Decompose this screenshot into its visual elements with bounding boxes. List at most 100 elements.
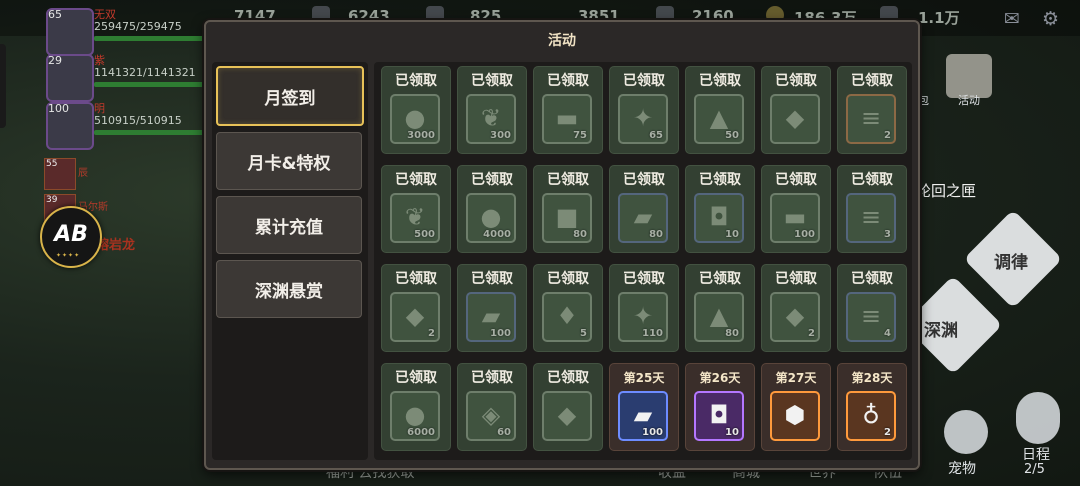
item-glyph: ■ [555,203,579,231]
reward-cell-claimed[interactable]: 已领取 ❦ 300 [457,66,527,154]
reward-cell-claimed[interactable]: 已领取 ♦ 5 [533,264,603,352]
tab-monthly-checkin[interactable]: 月签到 [216,66,364,126]
claimed-label: 已领取 [395,172,437,188]
crystal-cluster-icon: ✦ 110 [618,292,668,342]
item-quantity: 100 [794,229,815,240]
item-quantity: 60 [497,427,511,438]
mystery-crystal-icon: ◆ 2 [770,292,820,342]
iron-ingot-icon: ▰ 80 [618,193,668,243]
resource-value: 1.1万 [918,9,960,27]
claimed-label: 已领取 [851,172,893,188]
reward-cell-claimed[interactable]: 已领取 ◆ 2 [761,264,831,352]
claimed-label: 已领取 [547,73,589,89]
claimed-label: 已领取 [775,172,817,188]
reward-cell-claimed[interactable]: 已领取 ◆ [533,363,603,451]
reward-cell-claimed[interactable]: 已领取 ▲ 80 [685,264,755,352]
day-label: 第28天 [851,371,893,385]
tab-abyss-bounty[interactable]: 深渊悬赏 [216,260,362,318]
hero-card[interactable]: 100 明 510915/510915 [42,100,222,150]
item-glyph: ◆ [557,401,577,429]
item-glyph: ≡ [860,302,882,330]
item-glyph: ◈ [481,401,501,429]
claimed-label: 已领取 [699,73,741,89]
settings-gear-icon[interactable]: ⚙ [1042,8,1059,30]
reward-cell-claimed[interactable]: 已领取 ● 6000 [381,363,451,451]
reward-cell-upcoming[interactable]: 第28天 ♁ 2 [837,363,907,451]
hero-hp-bar [94,82,212,87]
item-quantity: 2 [428,328,435,339]
reward-cell-claimed[interactable]: 已领取 ▲ 50 [685,66,755,154]
tab-monthly-card[interactable]: 月卡&特权 [216,132,362,190]
side-drawer-tab[interactable] [0,44,6,128]
item-quantity: 110 [642,328,663,339]
hero-card[interactable]: 29 紫 1141321/1141321 [42,52,222,102]
item-glyph: ◆ [785,302,805,330]
item-glyph: ✦ [632,104,654,132]
item-glyph: ▰ [633,401,653,429]
reward-cell-claimed[interactable]: 已领取 ◘ 10 [685,165,755,253]
reward-cell-claimed[interactable]: 已领取 ◆ [761,66,831,154]
reward-cell-claimed[interactable]: 已领取 ● 3000 [381,66,451,154]
claimed-label: 已领取 [547,271,589,287]
schedule-label: 日程 [1022,447,1050,463]
item-quantity: 3000 [407,130,435,141]
reward-cell-upcoming[interactable]: 第27天 ⬢ [761,363,831,451]
tab-cumulative-recharge[interactable]: 累计充值 [216,196,362,254]
reward-cell-upcoming[interactable]: 第26天 ◘ 10 [685,363,755,451]
reward-cell-claimed[interactable]: 已领取 ❦ 500 [381,165,451,253]
stone-icon: ■ 80 [542,193,592,243]
reward-cell-claimed[interactable]: 已领取 ■ 80 [533,165,603,253]
claimed-label: 已领取 [623,271,665,287]
reincarnation-label[interactable]: 轮回之匣 [916,180,976,201]
day-label: 第26天 [699,371,741,385]
gold-coin-icon: ● 4000 [466,193,516,243]
reward-cell-claimed[interactable]: 已领取 ▰ 80 [609,165,679,253]
activity-dialog: 活动 月签到 月卡&特权 累计充值 深渊悬赏 已领取 ● 3000 已领取 ❦ 300 已领… [204,20,920,470]
schedule-count: 2/5 [1024,462,1045,477]
reward-cell-claimed[interactable]: 已领取 ▰ 100 [457,264,527,352]
scroll-icon: ≡ 2 [846,94,896,144]
claimed-label: 已领取 [851,73,893,89]
item-quantity: 100 [642,427,663,438]
wheat-icon: ❦ 500 [390,193,440,243]
hero-hp: 259475/259475 [94,20,182,33]
reward-cell-claimed[interactable]: 已领取 ✦ 65 [609,66,679,154]
reward-cell-claimed[interactable]: 已领取 ≡ 2 [837,66,907,154]
item-glyph: ⬢ [784,401,806,429]
item-glyph: ◘ [709,401,729,429]
claimed-label: 已领取 [623,172,665,188]
small-hero-avatar[interactable]: 55 [44,158,76,190]
item-glyph: ≡ [860,203,882,231]
item-quantity: 2 [808,328,815,339]
reward-cell-claimed[interactable]: 已领取 ≡ 4 [837,264,907,352]
hero-hp: 510915/510915 [94,114,182,127]
item-quantity: 75 [573,130,587,141]
hero-hp-bar [94,36,212,41]
reward-cell-claimed[interactable]: 已领取 ● 4000 [457,165,527,253]
hero-card[interactable]: 65 无双 259475/259475 [42,6,222,56]
day-label: 第25天 [623,371,665,385]
item-glyph: ● [404,401,426,429]
reward-cell-claimed[interactable]: 已领取 ◈ 60 [457,363,527,451]
item-glyph: ◆ [405,302,425,330]
item-quantity: 5 [580,328,587,339]
reward-cell-claimed[interactable]: 已领取 ▬ 100 [761,165,831,253]
pet-paw-icon[interactable] [944,410,988,454]
item-quantity: 2 [884,427,891,438]
day-label: 第27天 [775,371,817,385]
schedule-avatar-icon[interactable] [1016,392,1060,444]
claimed-label: 已领取 [547,370,589,386]
ab-logo[interactable]: AB ✦✦✦✦ [40,206,102,268]
item-quantity: 6000 [407,427,435,438]
mail-icon[interactable]: ✉ [1004,8,1020,30]
reward-cell-claimed[interactable]: 已领取 ≡ 3 [837,165,907,253]
reward-cell-claimed[interactable]: 已领取 ▬ 75 [533,66,603,154]
item-quantity: 50 [725,130,739,141]
claimed-label: 已领取 [471,172,513,188]
reward-cell-claimed[interactable]: 已领取 ✦ 110 [609,264,679,352]
reward-cell-upcoming[interactable]: 第25天 ▰ 100 [609,363,679,451]
reward-cell-claimed[interactable]: 已领取 ◆ 2 [381,264,451,352]
item-quantity: 10 [725,427,739,438]
hero-level: 65 [48,8,62,21]
claimed-label: 已领取 [699,271,741,287]
